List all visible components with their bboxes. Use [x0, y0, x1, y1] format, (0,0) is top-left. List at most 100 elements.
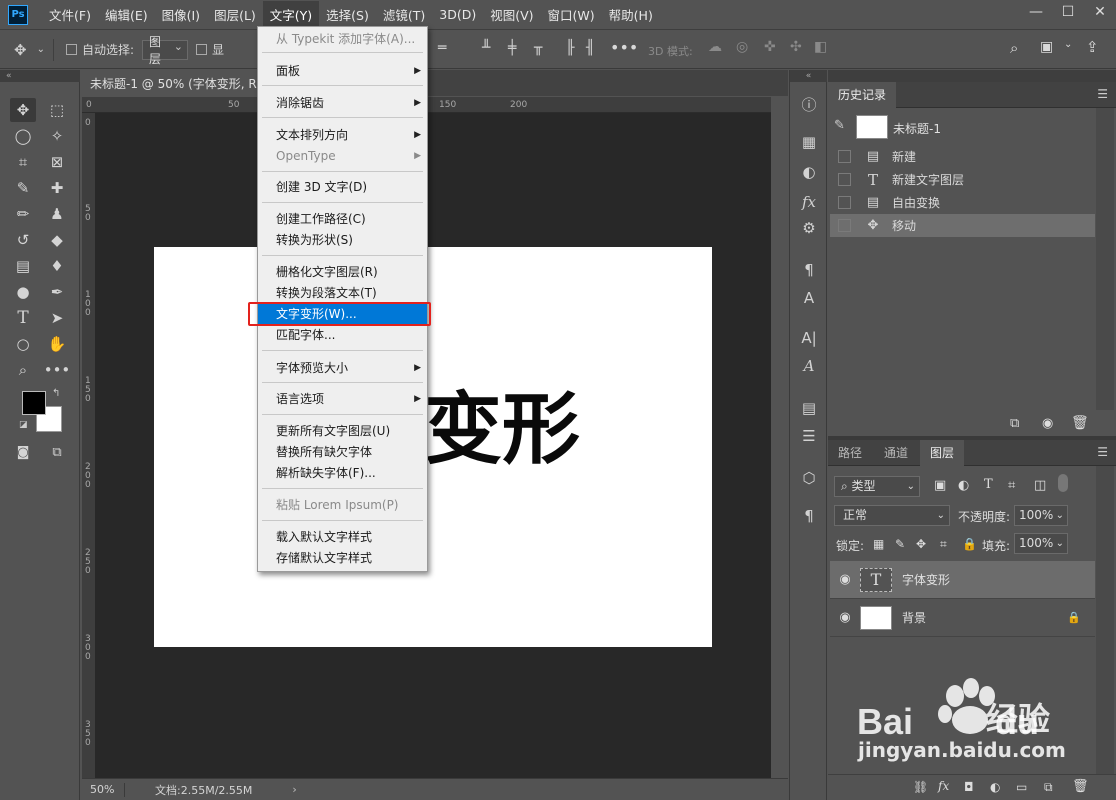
tab-layers[interactable]: 图层 — [920, 440, 965, 466]
move-tool-icon[interactable]: ✥ — [14, 41, 27, 59]
menu-item-font-preview-size[interactable]: 字体预览大小 ▶ — [258, 358, 427, 379]
panel-menu-icon[interactable]: ☰ — [1097, 87, 1108, 101]
status-menu-arrow-icon[interactable]: › — [292, 783, 296, 796]
layer-row-text[interactable]: ◉ T 字体变形 — [830, 561, 1095, 599]
new-layer-icon[interactable]: ⧉ — [1044, 780, 1053, 795]
marquee-tool-icon[interactable]: ⬚ — [44, 98, 70, 122]
menu-item-update-all-text-layers[interactable]: 更新所有文字图层(U) — [258, 421, 427, 442]
layer-style-icon[interactable]: fx — [938, 779, 949, 793]
filter-shape-icon[interactable]: ⌗ — [1008, 478, 1015, 493]
swap-colors-icon[interactable]: ↰ — [52, 388, 60, 399]
menu-item-panels[interactable]: 面板 ▶ — [258, 61, 427, 82]
menu-item-convert-to-paragraph[interactable]: 转换为段落文本(T) — [258, 283, 427, 304]
screen-mode-icon[interactable]: ⧉ — [44, 440, 70, 464]
default-colors-icon[interactable]: ◪ — [19, 420, 28, 430]
show-transform-checkbox[interactable] — [196, 44, 208, 55]
quick-mask-icon[interactable]: ◙ — [10, 440, 36, 464]
character-styles-panel-icon[interactable]: A — [799, 288, 819, 308]
maximize-button[interactable]: ☐ — [1052, 0, 1084, 24]
trash-icon[interactable]: 🗑 — [1071, 415, 1089, 431]
layer-name[interactable]: 字体变形 — [902, 571, 950, 588]
ellipse-tool-icon[interactable]: ○ — [10, 332, 36, 356]
share-icon[interactable]: ⇪ — [1086, 38, 1099, 56]
history-step[interactable]: ▤ 自由变换 — [830, 191, 1095, 214]
move-tool-icon[interactable]: ✥ — [10, 98, 36, 122]
history-source-checkbox[interactable] — [838, 173, 851, 186]
tab-history[interactable]: 历史记录 — [828, 82, 897, 108]
tab-paths[interactable]: 路径 — [828, 440, 872, 466]
link-layers-icon[interactable]: ⛓ — [913, 780, 928, 794]
lock-transparency-icon[interactable]: ▦ — [873, 537, 884, 551]
distribute-vcenter-icon[interactable]: ╪ — [508, 40, 516, 56]
visibility-eye-icon[interactable]: ◉ — [830, 610, 860, 625]
menu-select[interactable]: 选择(S) — [319, 1, 376, 28]
crop-tool-icon[interactable]: ⌗ — [10, 150, 36, 174]
menu-item-load-default-type-styles[interactable]: 载入默认文字样式 — [258, 527, 427, 548]
notes-panel-icon[interactable]: ▤ — [799, 398, 819, 418]
layer-filter-dropdown[interactable]: ⌕ 类型 ⌄ — [834, 476, 920, 497]
menu-view[interactable]: 视图(V) — [483, 1, 540, 28]
vertical-scrollbar[interactable] — [771, 97, 787, 778]
snapshot-thumbnail[interactable] — [856, 115, 888, 139]
eraser-tool-icon[interactable]: ◆ — [44, 228, 70, 252]
add-mask-icon[interactable]: ◘ — [964, 780, 974, 794]
menu-edit[interactable]: 编辑(E) — [98, 1, 155, 28]
panel-menu-icon[interactable]: ☰ — [1097, 445, 1108, 459]
history-step[interactable]: T 新建文字图层 — [830, 168, 1095, 191]
new-document-from-state-icon[interactable]: ⧉ — [1010, 416, 1019, 431]
menu-3d[interactable]: 3D(D) — [432, 3, 483, 26]
menu-layer[interactable]: 图层(L) — [207, 1, 263, 28]
menu-file[interactable]: 文件(F) — [42, 1, 98, 28]
new-group-icon[interactable]: ▭ — [1016, 780, 1027, 794]
menu-item-language-options[interactable]: 语言选项 ▶ — [258, 389, 427, 410]
lock-image-icon[interactable]: ✎ — [895, 537, 905, 551]
info-panel-icon[interactable]: ⓘ — [799, 94, 819, 114]
brush-tool-icon[interactable]: ✏ — [10, 202, 36, 226]
filter-type-icon[interactable]: T — [984, 477, 993, 492]
magic-wand-tool-icon[interactable]: ✧ — [44, 124, 70, 148]
menu-item-text-orientation[interactable]: 文本排列方向 ▶ — [258, 125, 427, 146]
swatches-panel-icon[interactable]: ▦ — [799, 132, 819, 152]
lasso-tool-icon[interactable]: ◯ — [10, 124, 36, 148]
close-button[interactable]: ✕ — [1084, 0, 1116, 24]
foreground-color-swatch[interactable] — [22, 391, 46, 415]
menu-item-convert-to-shape[interactable]: 转换为形状(S) — [258, 230, 427, 251]
menu-item-rasterize-type-layer[interactable]: 栅格化文字图层(R) — [258, 262, 427, 283]
more-options-icon[interactable]: ••• — [610, 38, 638, 57]
history-brush-source-icon[interactable]: ✎ — [834, 118, 845, 133]
history-source-checkbox[interactable] — [838, 196, 851, 209]
blur-tool-icon[interactable]: ♦ — [44, 254, 70, 278]
filter-toggle-icon[interactable] — [1058, 474, 1068, 492]
workspace-icon[interactable]: ▣ — [1040, 39, 1053, 55]
zoom-level[interactable]: 50% — [82, 783, 124, 796]
visibility-eye-icon[interactable]: ◉ — [830, 572, 860, 587]
workspace-chevron-icon[interactable]: ⌄ — [1064, 39, 1072, 50]
fill-input[interactable]: 100% ⌄ — [1014, 533, 1068, 554]
menu-type[interactable]: 文字(Y) — [262, 1, 320, 28]
path-selection-tool-icon[interactable]: ➤ — [44, 306, 70, 330]
hand-tool-icon[interactable]: ✋ — [44, 332, 70, 356]
3d-panel-icon[interactable]: ⬡ — [799, 468, 819, 488]
menu-item-anti-alias[interactable]: 消除锯齿 ▶ — [258, 93, 427, 114]
distribute-left-icon[interactable]: ╟ — [566, 40, 574, 56]
delete-layer-icon[interactable]: 🗑 — [1072, 779, 1089, 794]
blend-mode-dropdown[interactable]: 正常 ⌄ — [834, 505, 950, 526]
character-panel-icon[interactable]: A| — [799, 328, 819, 348]
tools-panel-header[interactable]: « — [0, 70, 80, 82]
menu-item-replace-missing-fonts[interactable]: 替换所有缺欠字体 — [258, 442, 427, 463]
zoom-tool-icon[interactable]: ⌕ — [10, 358, 36, 382]
eyedropper-tool-icon[interactable]: ✎ — [10, 176, 36, 200]
history-step[interactable]: ▤ 新建 — [830, 145, 1095, 168]
lock-artboard-icon[interactable]: ⌗ — [940, 537, 947, 552]
canvas-text-layer[interactable]: 变形 — [424, 382, 624, 478]
gradient-tool-icon[interactable]: ▤ — [10, 254, 36, 278]
menu-image[interactable]: 图像(I) — [155, 1, 207, 28]
history-step-selected[interactable]: ✥ 移动 — [830, 214, 1095, 237]
edit-toolbar-icon[interactable]: ••• — [44, 358, 71, 382]
search-icon[interactable]: ⌕ — [1010, 39, 1018, 57]
align-bottom-icon[interactable]: ═ — [438, 40, 446, 56]
filter-pixel-icon[interactable]: ▣ — [934, 478, 946, 493]
opacity-input[interactable]: 100% ⌄ — [1014, 505, 1068, 526]
healing-brush-tool-icon[interactable]: ✚ — [44, 176, 70, 200]
clone-stamp-tool-icon[interactable]: ♟ — [44, 202, 70, 226]
